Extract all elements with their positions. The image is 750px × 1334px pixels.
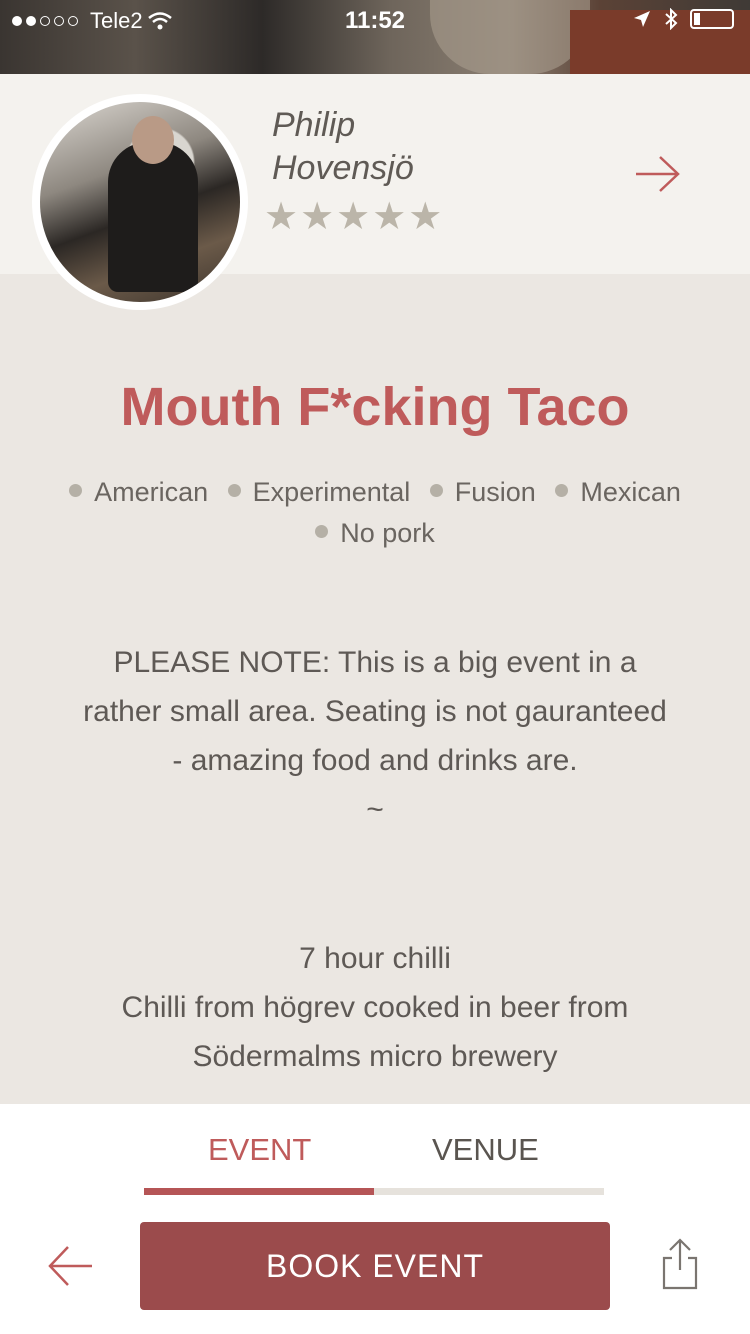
menu-item-title: 7 hour chilli (299, 942, 451, 975)
bullet-icon (69, 484, 83, 498)
status-right (632, 8, 734, 30)
share-icon[interactable] (660, 1238, 700, 1290)
tab-indicator-track (144, 1188, 604, 1195)
host-last-name: Hovensjö (272, 149, 414, 187)
status-bar: Tele2 11:52 (0, 0, 750, 40)
detail-tabs: EVENT VENUE (144, 1132, 604, 1172)
tab-venue[interactable]: VENUE (432, 1132, 539, 1168)
host-panel[interactable]: Philip Hovensjö ★★★★★ (0, 74, 750, 310)
host-avatar[interactable] (32, 94, 248, 310)
cuisine-tag: No pork (315, 513, 435, 554)
location-arrow-icon (634, 11, 650, 27)
description-separator: ~ (366, 793, 384, 826)
bullet-icon (315, 525, 329, 539)
arrow-left-icon[interactable] (46, 1244, 94, 1288)
bullet-icon (555, 484, 569, 498)
bluetooth-icon (665, 8, 678, 30)
arrow-right-icon[interactable] (634, 154, 682, 194)
event-description: PLEASE NOTE: This is a big event in a ra… (80, 638, 670, 834)
bullet-icon (227, 484, 241, 498)
cuisine-tag: Fusion (429, 472, 536, 513)
tab-indicator (144, 1188, 374, 1195)
menu-item-description: Chilli from högrev cooked in beer from S… (121, 991, 629, 1073)
menu-item: 7 hour chilli Chilli from högrev cooked … (80, 934, 670, 1081)
cuisine-tags: American Experimental Fusion Mexican No … (60, 472, 690, 554)
tab-event[interactable]: EVENT (208, 1132, 311, 1168)
event-title: Mouth F*cking Taco (120, 377, 630, 437)
bullet-icon (429, 484, 443, 498)
host-first-name: Philip (272, 106, 356, 144)
bottom-action-bar: EVENT VENUE BOOK EVENT (0, 1104, 750, 1334)
host-name[interactable]: Philip Hovensjö (272, 104, 572, 190)
battery-icon (690, 9, 734, 29)
book-event-button[interactable]: BOOK EVENT (140, 1222, 610, 1310)
cuisine-tag: American (69, 472, 208, 513)
event-description-text: PLEASE NOTE: This is a big event in a ra… (83, 646, 667, 777)
cuisine-tag: Mexican (555, 472, 681, 513)
cuisine-tag: Experimental (227, 472, 410, 513)
host-rating-stars: ★★★★★ (264, 196, 445, 238)
